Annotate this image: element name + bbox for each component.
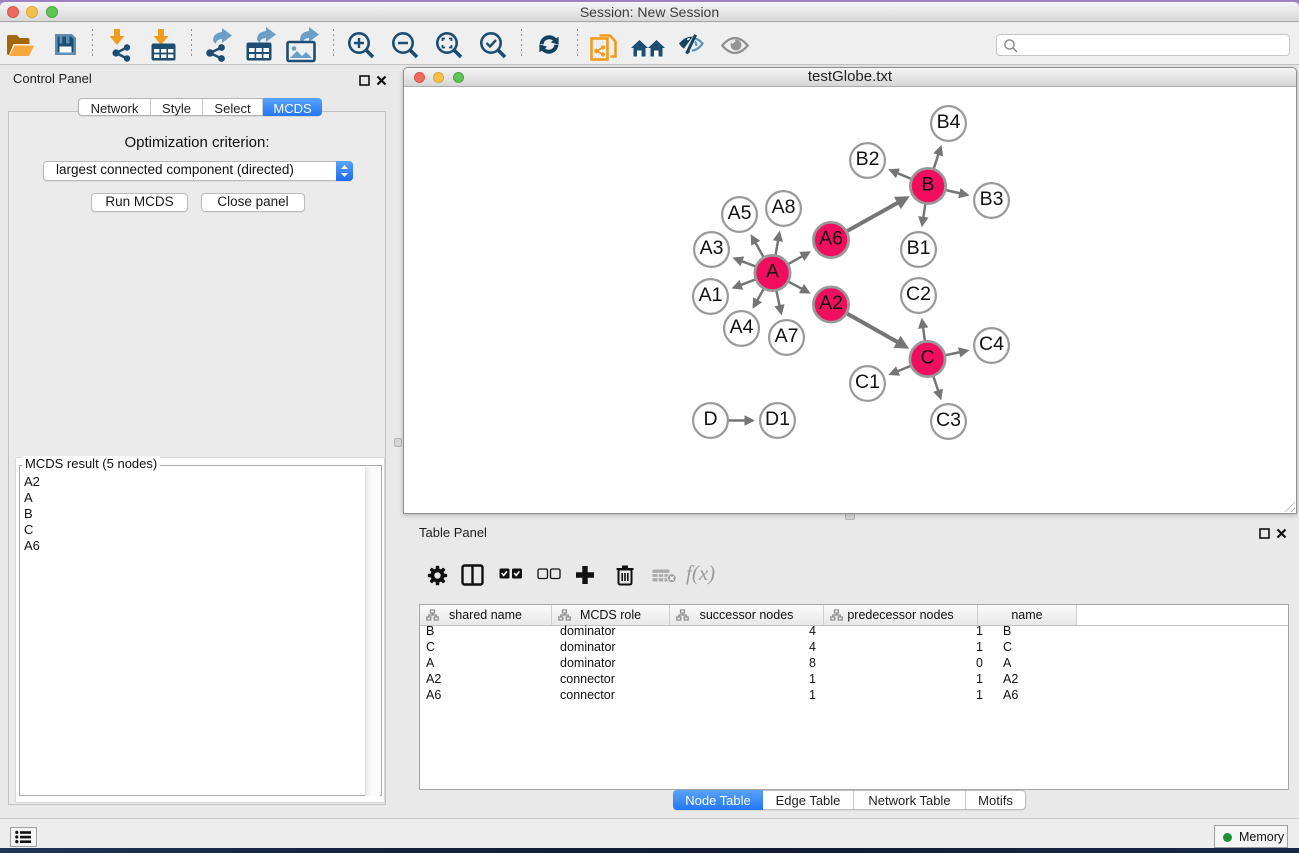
svg-text:B1: B1	[907, 237, 931, 259]
svg-text:A5: A5	[728, 202, 752, 224]
svg-text:A: A	[766, 261, 779, 283]
svg-text:A6: A6	[819, 228, 843, 250]
svg-text:D1: D1	[765, 408, 790, 430]
svg-text:A2: A2	[819, 292, 843, 314]
svg-text:B: B	[921, 174, 934, 196]
svg-text:B2: B2	[856, 148, 880, 170]
svg-text:C2: C2	[906, 283, 931, 305]
svg-text:C4: C4	[979, 333, 1004, 355]
svg-text:B3: B3	[980, 188, 1004, 210]
svg-text:A3: A3	[700, 237, 724, 259]
svg-text:A1: A1	[699, 284, 723, 306]
svg-text:B4: B4	[937, 111, 961, 133]
svg-text:A7: A7	[775, 325, 799, 347]
svg-text:C1: C1	[855, 371, 880, 393]
svg-text:D: D	[703, 408, 717, 430]
svg-text:A8: A8	[772, 196, 796, 218]
svg-text:A4: A4	[730, 316, 754, 338]
svg-text:C: C	[920, 347, 934, 369]
svg-text:C3: C3	[936, 409, 961, 431]
